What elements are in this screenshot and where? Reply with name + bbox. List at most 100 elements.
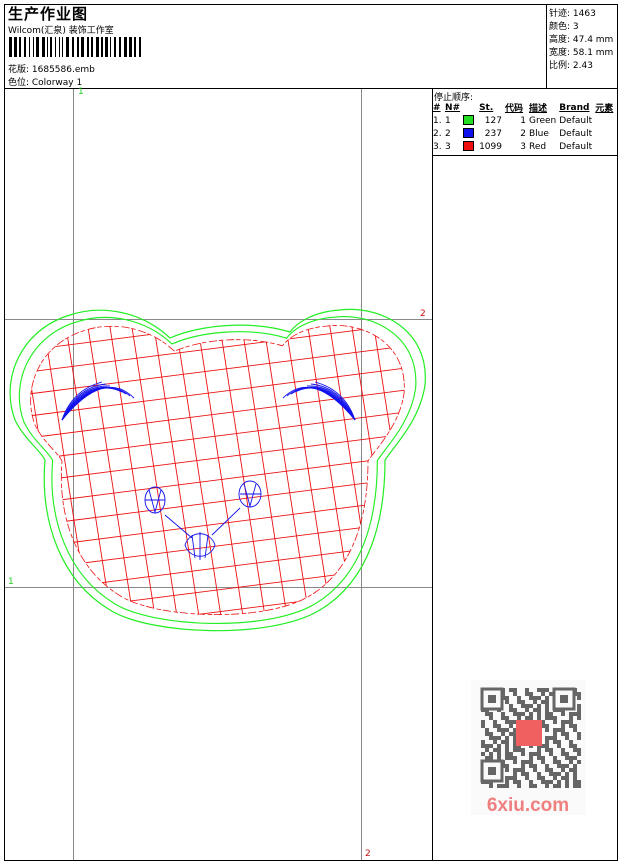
grid-line xyxy=(0,796,432,861)
grid-line xyxy=(0,202,432,272)
grid-line xyxy=(339,325,405,615)
color-swatch xyxy=(463,115,475,126)
col-index: # xyxy=(433,102,441,113)
design-height: 高度: 47.4 mm xyxy=(549,35,614,45)
grid-line xyxy=(0,730,432,800)
grid-line xyxy=(361,325,405,615)
table-row: 3. 3 1099 3 Red Default xyxy=(433,140,616,153)
grid-line xyxy=(0,26,432,96)
row-brand: Default xyxy=(559,128,593,139)
grid-line xyxy=(0,48,432,118)
grid-line xyxy=(0,686,432,756)
row-brand: Default xyxy=(559,141,593,152)
grid-line xyxy=(30,597,405,615)
swatch-cell xyxy=(463,127,479,140)
row-index: 2. xyxy=(433,128,442,139)
grid-line xyxy=(0,818,432,861)
col-element: 元素 xyxy=(595,104,614,114)
stop-sequence-table: # N# St. 代码 描述 Brand 元素 1. 1 127 1 Green… xyxy=(433,101,616,153)
grid-line xyxy=(383,325,405,615)
outline-inner xyxy=(18,316,417,625)
qr-watermark: 6xiu.com xyxy=(471,680,586,815)
grid-line xyxy=(0,246,432,316)
grid-line xyxy=(30,325,405,383)
grid-line xyxy=(229,325,301,615)
grid-line xyxy=(0,136,432,206)
row-stitches: 127 xyxy=(484,115,502,126)
grid-line xyxy=(0,0,432,8)
embroidery-design-bear xyxy=(0,0,432,861)
col-brand: Brand xyxy=(559,102,590,113)
table-row: 1. 1 127 1 Green Default xyxy=(433,114,616,127)
grid-line xyxy=(30,325,405,339)
swatch-cell xyxy=(463,114,479,127)
col-code: 代码 xyxy=(504,104,523,114)
color-swatch xyxy=(463,128,475,139)
grid-line xyxy=(251,325,323,615)
table-divider xyxy=(432,155,618,156)
grid-line xyxy=(0,642,432,712)
grid-line xyxy=(0,0,432,30)
table-row: 2. 2 237 2 Blue Default xyxy=(433,127,616,140)
grid-line xyxy=(30,531,405,603)
color-count: 颜色: 3 xyxy=(549,22,579,32)
grid-line xyxy=(31,325,103,615)
row-code: 3 xyxy=(520,141,526,152)
nose xyxy=(164,507,241,560)
grid-line xyxy=(0,774,432,844)
grid-line xyxy=(0,224,432,294)
row-desc: Green xyxy=(528,115,557,126)
color-swatch xyxy=(463,141,475,152)
grid-line xyxy=(0,664,432,734)
outline-outer xyxy=(9,308,426,632)
row-stitches: 237 xyxy=(484,128,502,139)
grid-line xyxy=(30,325,59,615)
seal-icon xyxy=(516,720,542,746)
grid-line xyxy=(0,114,432,184)
grid-line xyxy=(30,325,405,361)
grid-line xyxy=(141,325,213,615)
col-swatch xyxy=(463,101,479,114)
watermark-text: 6xiu.com xyxy=(487,795,569,815)
row-desc: Red xyxy=(528,141,547,152)
grid-line xyxy=(0,0,432,52)
swatch-cell xyxy=(463,140,479,153)
row-number: 3 xyxy=(445,141,451,152)
grid-line xyxy=(163,325,235,615)
grid-line xyxy=(30,553,405,615)
row-code: 1 xyxy=(520,115,526,126)
column-divider xyxy=(432,88,433,861)
row-index: 3. xyxy=(433,141,442,152)
row-brand: Default xyxy=(559,115,593,126)
grid-line xyxy=(0,708,432,778)
col-stitches: St. xyxy=(479,102,494,113)
row-number: 1 xyxy=(445,115,451,126)
grid-line xyxy=(30,325,81,615)
table-header: # N# St. 代码 描述 Brand 元素 xyxy=(433,101,616,115)
grid-line xyxy=(0,70,432,140)
grid-line xyxy=(406,250,432,700)
grid-line xyxy=(30,487,405,559)
grid-line xyxy=(30,333,405,405)
grid-line xyxy=(185,325,257,615)
grid-line xyxy=(30,325,37,615)
row-number: 2 xyxy=(445,128,451,139)
row-desc: Blue xyxy=(528,128,549,139)
stitch-count: 针迹: 1463 xyxy=(549,9,596,19)
grid-line xyxy=(30,421,405,493)
grid-line xyxy=(30,465,405,537)
row-stitches: 1099 xyxy=(479,141,502,152)
grid-line xyxy=(0,752,432,822)
design-width: 宽度: 58.1 mm xyxy=(549,48,614,58)
col-desc: 描述 xyxy=(528,104,547,114)
red-border xyxy=(30,324,405,616)
grid-line xyxy=(0,180,432,250)
design-ratio: 比例: 2.43 xyxy=(549,61,593,71)
row-code: 2 xyxy=(520,128,526,139)
row-index: 1. xyxy=(433,115,442,126)
stats-divider xyxy=(546,4,547,88)
grid-line xyxy=(0,4,432,74)
grid-line xyxy=(119,325,191,615)
grid-line xyxy=(0,250,14,700)
col-number: N# xyxy=(445,102,461,113)
